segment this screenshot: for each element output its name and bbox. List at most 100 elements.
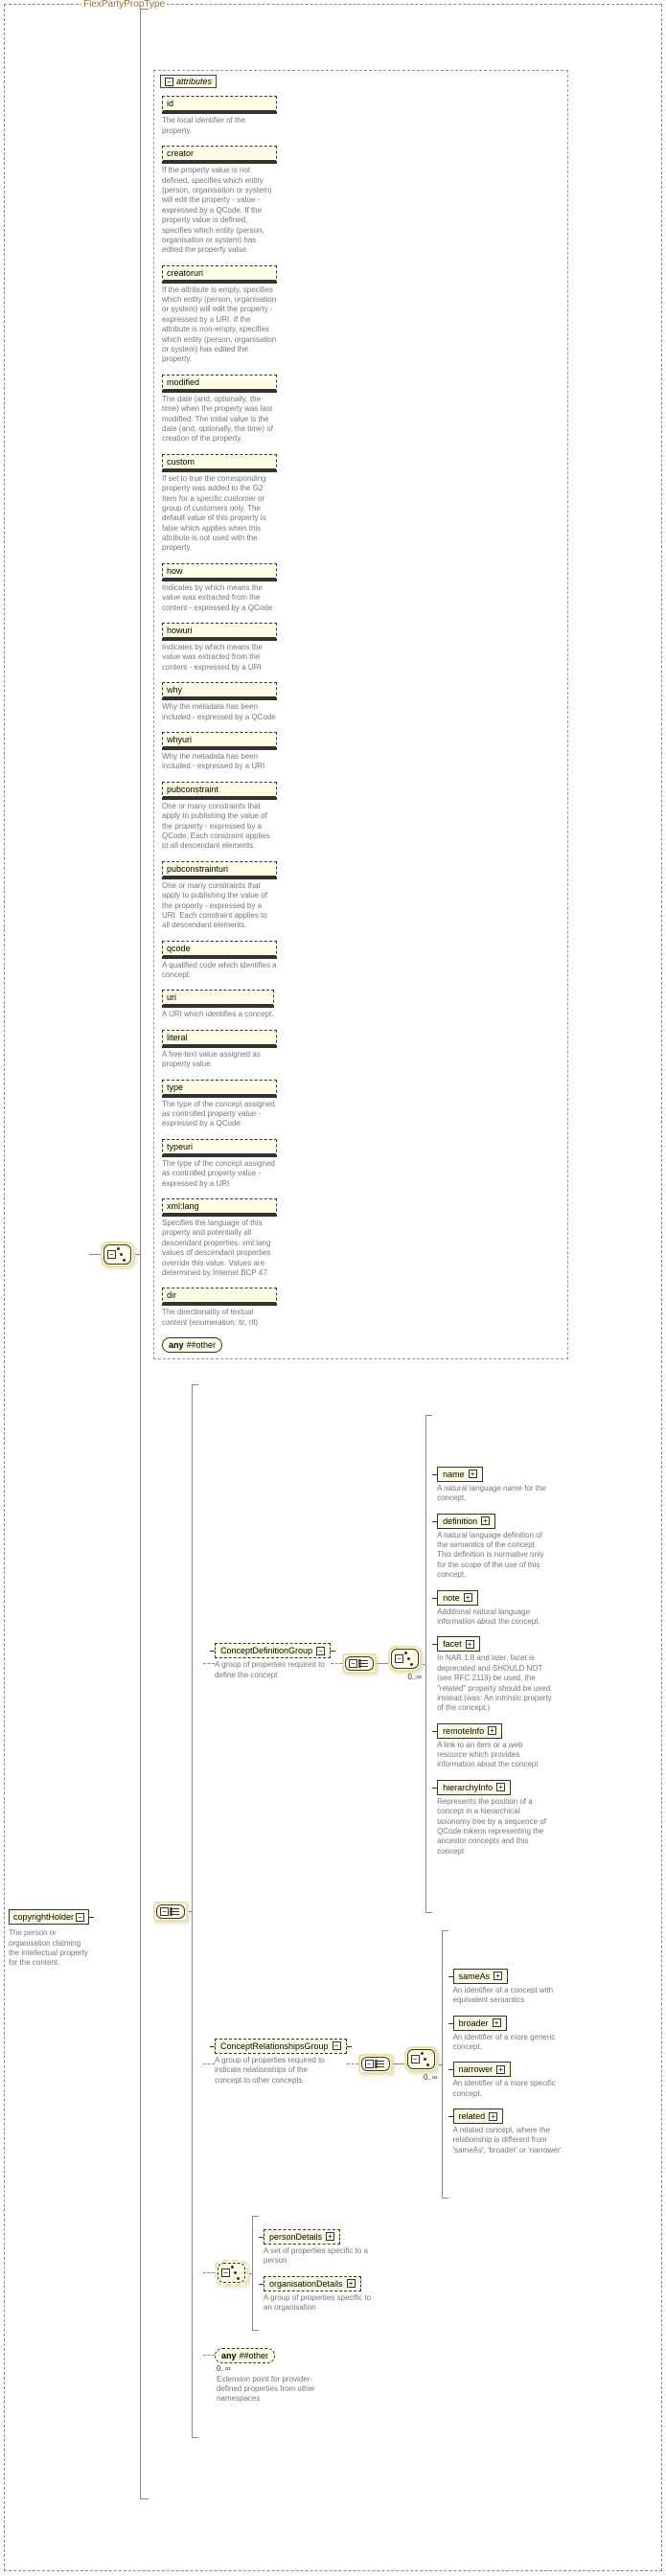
attr-desc: If the attribute is empty, specifies whi… xyxy=(162,285,277,365)
root-column: copyrightHolder − The person or organisa… xyxy=(9,539,89,1969)
attr-creatoruri[interactable]: creatoruri xyxy=(162,265,277,284)
elem-narrower[interactable]: narrower+ xyxy=(453,2062,512,2077)
elem-desc: An identifier of a concept with equivale… xyxy=(453,1986,568,2006)
root-desc: The person or organisation claiming the … xyxy=(9,1928,89,1969)
elem-desc: An identifier of a more generic concept. xyxy=(453,2033,568,2053)
attr-howuri[interactable]: howuri xyxy=(162,623,277,641)
elem-desc: Extension point for provider-defined pro… xyxy=(217,2375,332,2405)
attr-creator[interactable]: creator xyxy=(162,146,277,164)
expand-icon[interactable]: + xyxy=(496,2065,505,2074)
attr-modified[interactable]: modified xyxy=(162,375,277,393)
elem-note[interactable]: note+ xyxy=(437,1590,478,1606)
attributes-header[interactable]: − attributes xyxy=(160,75,217,88)
attr-desc: Indicates by which means the value was e… xyxy=(162,643,277,672)
attr-xmllang[interactable]: xml:lang xyxy=(162,1198,277,1217)
elem-broader[interactable]: broader+ xyxy=(453,2016,507,2031)
attr-how[interactable]: how xyxy=(162,563,277,581)
root-label: copyrightHolder xyxy=(13,1912,74,1922)
elem-desc: A natural language name for the concept. xyxy=(437,1484,552,1504)
collapse-icon[interactable]: − xyxy=(333,2041,341,2050)
attr-desc: The local identifier of the property. xyxy=(162,116,277,136)
attr-dir[interactable]: dir xyxy=(162,1288,277,1306)
concept-relationships-group[interactable]: ConceptRelationshipsGroup − xyxy=(215,2039,347,2054)
choice-connector: − xyxy=(404,2046,438,2072)
branch-any-other: any ##other 0..∞ Extension point for pro… xyxy=(203,2348,332,2405)
attr-desc: One or many constraints that apply to pu… xyxy=(162,881,277,931)
attr-desc: Why the metadata has been included - exp… xyxy=(162,752,277,772)
attr-type[interactable]: type xyxy=(162,1080,277,1098)
attr-literal[interactable]: literal xyxy=(162,1030,277,1048)
attr-desc: The date (and, optionally, the time) whe… xyxy=(162,395,277,445)
attr-id[interactable]: id xyxy=(162,96,277,114)
attr-desc: The directionality of textual content (e… xyxy=(162,1308,277,1328)
elem-related[interactable]: related+ xyxy=(453,2109,504,2124)
expand-icon[interactable]: + xyxy=(488,1726,496,1735)
elem-desc: A group of properties specific to an org… xyxy=(264,2293,379,2314)
group-desc: A group of properties required to define… xyxy=(215,1660,330,1680)
expand-icon[interactable]: + xyxy=(489,2112,497,2121)
attr-desc: A qualified code which identifies a conc… xyxy=(162,961,277,981)
attr-pubconstraint[interactable]: pubconstraint xyxy=(162,782,277,800)
attr-qcode[interactable]: qcode xyxy=(162,941,277,959)
elem-desc: In NAR 1.8 and later, facet is deprecate… xyxy=(437,1653,552,1713)
choice-connector: − xyxy=(101,1242,134,1267)
branch-cdg: ConceptDefinitionGroup − A group of prop… xyxy=(203,1415,552,1913)
elem-remoteinfo[interactable]: remoteInfo+ xyxy=(437,1723,502,1739)
branch-crg: ConceptRelationshipsGroup − A group of p… xyxy=(203,1930,568,2199)
attr-any-other[interactable]: any ##other xyxy=(162,1337,222,1353)
elem-desc: Represents the position of a concept in … xyxy=(437,1797,552,1857)
elem-desc: An identifier of a more specific concept… xyxy=(453,2079,568,2099)
occurs-label: 0..∞ xyxy=(388,1673,422,1681)
elem-definition[interactable]: definition+ xyxy=(437,1514,495,1529)
elem-sameas[interactable]: sameAs+ xyxy=(453,1969,509,1984)
collapse-icon[interactable]: − xyxy=(411,2055,420,2063)
concept-definition-group[interactable]: ConceptDefinitionGroup − xyxy=(215,1643,331,1658)
expand-icon[interactable]: + xyxy=(347,2279,356,2288)
expand-icon[interactable]: + xyxy=(469,1470,477,1478)
elem-persondetails[interactable]: personDetails+ xyxy=(264,2229,340,2245)
attr-whyuri[interactable]: whyuri xyxy=(162,732,277,750)
attr-pubconstrainturi[interactable]: pubconstrainturi xyxy=(162,861,277,879)
diagram-root: FlexPartyPropType copyrightHolder − The … xyxy=(4,4,662,2571)
sequence-connector: − xyxy=(358,2054,393,2074)
attr-desc: The type of the concept assigned as cont… xyxy=(162,1100,277,1129)
elem-desc: A natural language definition of the sem… xyxy=(437,1531,552,1581)
branch-sequence: − ConceptDefinitionGroup − xyxy=(153,1384,568,2438)
attr-custom[interactable]: custom xyxy=(162,454,277,472)
expand-icon[interactable]: + xyxy=(464,1593,472,1602)
collapse-icon[interactable]: − xyxy=(316,1647,325,1655)
elem-organisationdetails[interactable]: organisationDetails+ xyxy=(264,2276,361,2291)
expand-icon[interactable]: + xyxy=(326,2232,334,2241)
branch-attributes: − attributes id The local identifier of t… xyxy=(153,70,568,1371)
occurs-label: 0..∞ xyxy=(404,2073,438,2082)
attr-desc: The type of the concept assigned as cont… xyxy=(162,1159,277,1189)
collapse-icon[interactable]: − xyxy=(221,2268,230,2277)
expand-icon[interactable]: + xyxy=(494,1972,502,1980)
attr-typeuri[interactable]: typeuri xyxy=(162,1139,277,1157)
branch-person-org-choice: − personDetails+A set of properties spec… xyxy=(203,2216,379,2331)
elem-desc: Additional natural language information … xyxy=(437,1607,552,1628)
collapse-icon[interactable]: − xyxy=(107,1250,116,1259)
elem-desc: A set of properties specific to a person xyxy=(264,2246,379,2267)
elem-name[interactable]: name+ xyxy=(437,1467,483,1482)
sequence-connector: − xyxy=(153,1902,188,1922)
elem-desc: A related concept, where the relationshi… xyxy=(453,2126,568,2155)
collapse-icon[interactable]: − xyxy=(349,1659,357,1668)
attr-desc: A URI which identifies a concept. xyxy=(162,1010,274,1019)
header-collapse-icon[interactable]: − xyxy=(165,78,173,86)
attr-desc: Indicates by which means the value was e… xyxy=(162,583,277,613)
expand-icon[interactable]: + xyxy=(493,2018,501,2027)
expand-icon[interactable]: + xyxy=(496,1783,505,1791)
collapse-icon[interactable]: − xyxy=(395,1654,403,1663)
elem-hierarchyinfo[interactable]: hierarchyInfo+ xyxy=(437,1780,511,1795)
attr-uri[interactable]: uri xyxy=(162,990,274,1008)
expand-icon[interactable]: + xyxy=(481,1516,490,1525)
collapse-icon[interactable]: − xyxy=(160,1907,169,1916)
elem-facet[interactable]: facet+ xyxy=(437,1636,480,1652)
elem-any-other[interactable]: any ##other xyxy=(215,2348,275,2363)
attr-why[interactable]: why xyxy=(162,682,277,700)
collapse-icon[interactable]: − xyxy=(76,1913,84,1922)
root-element-box[interactable]: copyrightHolder − xyxy=(9,1909,89,1925)
expand-icon[interactable]: + xyxy=(466,1640,474,1649)
collapse-icon[interactable]: − xyxy=(365,2060,374,2068)
